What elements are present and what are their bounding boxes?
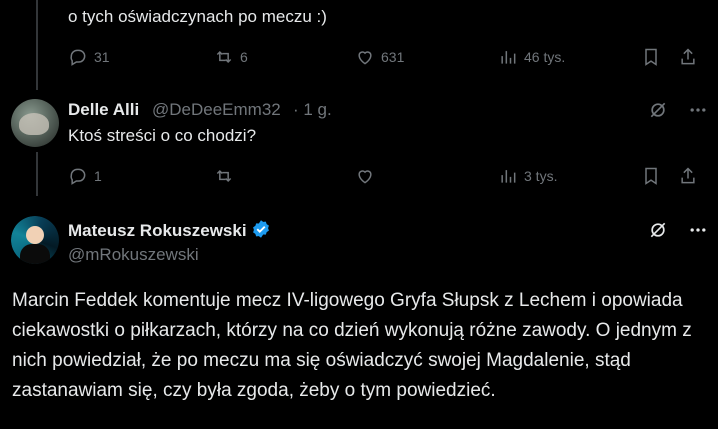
reply-count: 1 [94, 168, 102, 184]
views-icon [501, 51, 516, 64]
more-icon[interactable] [688, 100, 708, 120]
retweet-button[interactable]: 6 [214, 47, 248, 67]
author-name[interactable]: Mateusz Rokuszewski [68, 219, 271, 241]
more-icon[interactable] [688, 220, 708, 240]
thread-line-middle [36, 152, 38, 196]
share-icon [681, 167, 695, 184]
heart-icon [358, 170, 372, 184]
tweet-2-text: Ktoś streści o co chodzi? [68, 126, 257, 145]
retweet-icon [216, 50, 232, 64]
bookmark-icon [645, 167, 657, 185]
bookmark-icon [645, 48, 657, 66]
bookmark-button[interactable] [641, 166, 661, 186]
retweet-count: 6 [240, 49, 248, 65]
author-name[interactable]: Delle Alli [68, 100, 139, 120]
reply-button[interactable]: 1 [68, 166, 102, 186]
tweet-3-top-actions [648, 220, 708, 240]
share-button[interactable] [678, 47, 698, 67]
views-icon [501, 170, 516, 183]
reply-icon [70, 168, 86, 185]
reply-icon [70, 49, 86, 66]
like-count: 631 [381, 49, 405, 65]
avatar[interactable] [11, 99, 59, 147]
verified-badge-icon [252, 220, 269, 238]
bookmark-button[interactable] [641, 47, 661, 67]
tweet-2-actions: 1 3 tys. [68, 166, 718, 190]
retweet-icon [216, 169, 232, 183]
grok-icon[interactable] [648, 100, 668, 120]
like-button[interactable]: 631 [355, 47, 404, 67]
author-handle[interactable]: @DeDeeEmm32 [152, 100, 281, 120]
reply-count: 31 [94, 49, 110, 65]
views-count: 46 tys. [524, 49, 566, 65]
tweet-1-text: o tych oświadczynach po meczu :) [68, 7, 327, 26]
views-count: 3 tys. [524, 168, 558, 184]
tweet-time[interactable]: · 1 g. [293, 100, 332, 120]
reply-button[interactable]: 31 [68, 47, 110, 67]
share-icon [681, 48, 695, 65]
grok-icon[interactable] [648, 220, 668, 240]
tweet-1-actions: 31 6 631 46 tys. [68, 47, 718, 71]
thread-line-top [36, 0, 38, 90]
views-button[interactable]: 46 tys. [498, 47, 565, 67]
author-handle[interactable]: @mRokuszewski [68, 245, 199, 265]
timeline: o tych oświadczynach po meczu :) 31 6 63… [0, 0, 718, 429]
tweet-3-text: Marcin Feddek komentuje mecz IV-ligowego… [12, 290, 692, 401]
share-button[interactable] [678, 166, 698, 186]
retweet-button[interactable] [214, 166, 234, 186]
like-button[interactable] [355, 166, 375, 186]
tweet-2-top-actions [648, 100, 708, 120]
heart-icon [358, 51, 372, 65]
views-button[interactable]: 3 tys. [498, 166, 557, 186]
avatar[interactable] [11, 216, 59, 264]
author-name-text: Mateusz Rokuszewski [68, 221, 247, 240]
